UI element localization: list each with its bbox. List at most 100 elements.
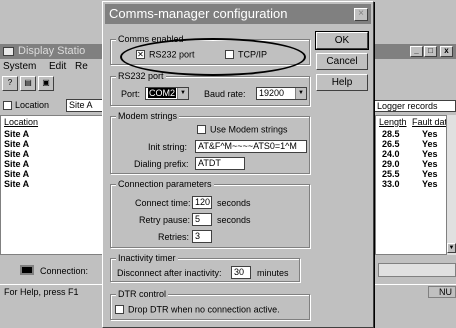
- print-icon[interactable]: ▤: [20, 76, 36, 91]
- connect-time-input[interactable]: 120: [192, 196, 212, 209]
- dtr-control-group: DTR control Drop DTR when no connection …: [110, 289, 310, 320]
- minimize-icon[interactable]: _: [410, 46, 423, 57]
- fault-cell: Yes: [422, 179, 438, 189]
- fault-cell: Yes: [422, 169, 438, 179]
- rs232-checkbox[interactable]: ✕ RS232 port: [136, 49, 195, 60]
- inactivity-timer-group: Inactivity timer Disconnect after inacti…: [110, 253, 300, 282]
- port-value: COM2: [148, 88, 177, 98]
- retry-pause-input[interactable]: 5: [192, 213, 212, 226]
- connection-label: Connection:: [40, 266, 89, 276]
- list-item[interactable]: Site A: [4, 149, 29, 159]
- list-item[interactable]: Site A: [4, 129, 29, 139]
- list-item[interactable]: Site A: [4, 159, 29, 169]
- rs232-check-icon: ✕: [136, 50, 145, 60]
- drop-dtr-label: Drop DTR when no connection active.: [128, 304, 280, 315]
- close-icon[interactable]: x: [440, 46, 453, 57]
- comms-enabled-group: Comms enabled ✕ RS232 port TCP/IP: [110, 34, 310, 65]
- connection-status-field: [378, 263, 456, 277]
- location-column-header[interactable]: Location: [4, 117, 38, 127]
- records-scrollbar[interactable]: ▼: [446, 115, 456, 255]
- drop-dtr-check-icon: [115, 305, 124, 315]
- app-window-icon: [3, 47, 14, 56]
- menu-edit[interactable]: Edit: [49, 61, 66, 72]
- status-text: For Help, press F1: [4, 287, 79, 297]
- location-label: Location: [15, 100, 50, 110]
- init-string-input[interactable]: AT&F^M~~~~ATS0=1^M: [195, 140, 307, 153]
- use-modem-label: Use Modem strings: [210, 124, 288, 135]
- fault-cell: Yes: [422, 149, 438, 159]
- background-window-title: Display Statio: [18, 45, 86, 57]
- connection-bar: Connection:: [0, 262, 108, 279]
- num-lock-indicator: NU: [428, 286, 456, 298]
- rs232-label: RS232 port: [149, 49, 195, 60]
- length-cell: 25.5: [382, 169, 400, 179]
- init-string-label: Init string:: [148, 142, 188, 152]
- menu-system[interactable]: System: [3, 61, 36, 72]
- retries-input[interactable]: 3: [192, 230, 212, 243]
- dtr-control-label: DTR control: [116, 289, 169, 300]
- list-item[interactable]: Site A: [4, 169, 29, 179]
- rs232-port-group: RS232 port Port: COM2 ▼ Baud rate: 19200…: [110, 71, 310, 106]
- port-label: Port:: [121, 89, 141, 99]
- rs232-port-label: RS232 port: [116, 71, 166, 82]
- disconnect-input[interactable]: 30: [231, 266, 251, 279]
- inactivity-timer-label: Inactivity timer: [116, 253, 178, 264]
- comms-manager-dialog: Comms-manager configuration × OK Cancel …: [102, 1, 374, 328]
- port-select[interactable]: COM2 ▼: [145, 87, 189, 100]
- tcpip-check-icon: [225, 50, 234, 60]
- baud-rate-select[interactable]: 19200 ▼: [256, 87, 307, 100]
- tcpip-label: TCP/IP: [238, 49, 268, 60]
- list-item[interactable]: Site A: [4, 139, 29, 149]
- comms-enabled-label: Comms enabled: [116, 34, 186, 45]
- location-checkbox[interactable]: [3, 101, 12, 110]
- background-window-title-bar: Display Statio: [0, 44, 116, 59]
- maximize-icon[interactable]: □: [424, 46, 437, 57]
- background-window-title-bar-right: _ □ x: [372, 44, 456, 59]
- retry-pause-unit: seconds: [217, 215, 251, 225]
- chevron-down-icon[interactable]: ▼: [177, 88, 188, 99]
- records-table[interactable]: Length Fault data 28.5 Yes 26.5 Yes 24.0…: [375, 115, 456, 255]
- ok-button[interactable]: OK: [315, 31, 369, 50]
- list-item[interactable]: Site A: [4, 179, 29, 189]
- menu-extra[interactable]: Re: [75, 61, 88, 72]
- fault-cell: Yes: [422, 129, 438, 139]
- cancel-button[interactable]: Cancel: [316, 53, 368, 70]
- menu-bar: System Edit Re: [0, 59, 110, 74]
- length-cell: 24.0: [382, 149, 400, 159]
- scroll-down-icon[interactable]: ▼: [447, 243, 456, 253]
- help-book-icon[interactable]: ?: [2, 76, 18, 91]
- fault-cell: Yes: [422, 139, 438, 149]
- dialing-prefix-label: Dialing prefix:: [134, 159, 189, 169]
- dialog-close-icon[interactable]: ×: [354, 8, 368, 21]
- fault-cell: Yes: [422, 159, 438, 169]
- modem-strings-label: Modem strings: [116, 111, 180, 122]
- connection-params-label: Connection parameters: [116, 179, 214, 190]
- length-column-header[interactable]: Length: [379, 117, 407, 127]
- dialing-prefix-input[interactable]: ATDT: [195, 157, 245, 170]
- dialog-title: Comms-manager configuration: [109, 6, 288, 21]
- drop-dtr-checkbox[interactable]: Drop DTR when no connection active.: [115, 304, 280, 315]
- baud-value: 19200: [259, 88, 285, 98]
- disconnect-unit: minutes: [257, 268, 289, 278]
- dialog-title-bar: Comms-manager configuration ×: [105, 4, 371, 24]
- location-list[interactable]: Location Site A Site A Site A Site A Sit…: [0, 115, 108, 255]
- display-icon[interactable]: ▣: [38, 76, 54, 91]
- retry-pause-label: Retry pause:: [139, 215, 191, 225]
- connection-status-icon: [20, 265, 34, 275]
- chevron-down-icon[interactable]: ▼: [295, 88, 306, 99]
- help-button[interactable]: Help: [316, 74, 368, 91]
- disconnect-label: Disconnect after inactivity:: [117, 268, 222, 278]
- use-modem-check-icon: [197, 125, 206, 135]
- connect-time-label: Connect time:: [135, 198, 191, 208]
- connection-params-group: Connection parameters Connect time: 120 …: [110, 179, 310, 248]
- modem-strings-group: Modem strings Use Modem strings Init str…: [110, 111, 310, 174]
- location-filter: Location Site A: [0, 99, 110, 113]
- tcpip-checkbox[interactable]: TCP/IP: [225, 49, 267, 60]
- use-modem-strings-checkbox[interactable]: Use Modem strings: [197, 124, 288, 135]
- retries-label: Retries:: [158, 232, 190, 242]
- length-cell: 33.0: [382, 179, 400, 189]
- logger-records-combo[interactable]: Logger records: [374, 100, 456, 112]
- length-cell: 26.5: [382, 139, 400, 149]
- toolbar: ? ▤ ▣: [0, 76, 110, 92]
- logger-records-value: Logger records: [377, 101, 438, 111]
